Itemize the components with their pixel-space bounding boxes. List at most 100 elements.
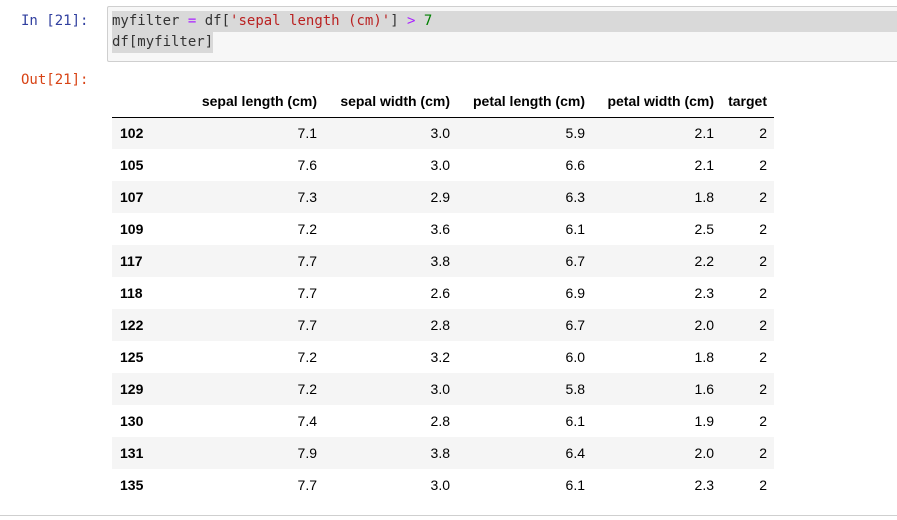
table-row: 129 7.2 3.0 5.8 1.6 2 [112,373,774,405]
table-cell: 6.1 [565,221,585,237]
dataframe-output: sepal length (cm) sepal width (cm) petal… [112,85,774,501]
code-token-assign: = [179,13,205,29]
table-cell: 3.0 [430,125,450,142]
table-cell: 7.3 [297,189,317,205]
table-cell: 7.7 [297,253,317,269]
row-index: 118 [120,285,143,301]
table-cell: 2.9 [430,189,450,205]
row-index: 109 [120,221,144,237]
table-row: 122 7.7 2.8 6.7 2.0 2 [112,309,774,341]
row-index: 102 [120,125,144,142]
table-cell: 2 [759,445,767,461]
table-row: 102 7.1 3.0 5.9 2.1 2 [112,117,774,149]
table-cell: 6.4 [565,445,585,461]
table-cell: 2 [759,157,767,173]
row-index: 135 [120,477,144,493]
table-cell: 2.3 [694,477,714,493]
table-cell: 2.6 [430,285,450,301]
table-cell: 3.8 [430,253,450,269]
table-cell: 7.9 [297,445,317,461]
table-cell: 2.0 [694,317,714,333]
output-prompt: Out[21]: [21,72,89,88]
table-cell: 3.8 [430,445,450,461]
code-token-number: 7 [423,13,433,29]
table-cell: 2.1 [694,157,714,173]
table-cell: 1.9 [694,413,714,429]
table-cell: 7.7 [297,285,317,301]
table-header-row: sepal length (cm) sepal width (cm) petal… [112,85,774,118]
table-cell: 7.7 [297,317,317,333]
table-cell: 3.0 [430,157,450,173]
table-cell: 2 [759,381,767,397]
table-cell: 6.7 [565,317,585,333]
table-cell: 7.6 [297,157,317,173]
table-cell: 2 [759,285,767,301]
table-cell: 6.6 [565,157,585,173]
table-cell: 2.2 [694,253,714,269]
cell-divider [0,515,897,516]
code-line-1[interactable]: myfilter = df['sepal length (cm)'] > 7 [112,11,897,32]
row-index: 117 [120,253,143,269]
table-cell: 7.1 [297,125,317,142]
table-row: 135 7.7 3.0 6.1 2.3 2 [112,469,774,501]
table-cell: 2 [759,413,767,429]
code-line-2[interactable]: df[myfilter] [112,32,214,53]
table-cell: 6.7 [565,253,585,269]
code-editor[interactable]: myfilter = df['sepal length (cm)'] > 7 d… [107,6,897,62]
table-cell: 2 [759,125,767,142]
table-cell: 2.3 [694,285,714,301]
table-cell: 1.8 [694,349,714,365]
row-index: 125 [120,349,144,365]
table-cell: 2 [759,317,767,333]
table-row: 105 7.6 3.0 6.6 2.1 2 [112,149,774,181]
table-row: 117 7.7 3.8 6.7 2.2 2 [112,245,774,277]
table-cell: 2.5 [694,221,714,237]
table-cell: 1.6 [694,381,714,397]
table-cell: 7.7 [297,477,317,493]
table-cell: 3.0 [430,381,450,397]
table-cell: 7.2 [297,221,317,237]
table-cell: 7.2 [297,349,317,365]
table-row: 130 7.4 2.8 6.1 1.9 2 [112,405,774,437]
table-cell: 2 [759,189,767,205]
table-row: 131 7.9 3.8 6.4 2.0 2 [112,437,774,469]
table-cell: 3.6 [430,221,450,237]
table-cell: 6.0 [565,349,585,365]
table-cell: 2.8 [430,413,450,429]
table-cell: 7.2 [297,381,317,397]
table-cell: 2 [759,477,767,493]
table-cell: 6.9 [565,285,585,301]
code-token-dataframe: df[ [204,13,231,29]
table-cell: 2 [759,253,767,269]
table-row: 125 7.2 3.2 6.0 1.8 2 [112,341,774,373]
code-token-variable: myfilter [112,13,180,29]
column-header: petal width (cm) [585,85,714,118]
column-header: petal length (cm) [450,85,585,118]
table-cell: 1.8 [694,189,714,205]
table-cell: 6.1 [565,413,585,429]
column-header: sepal length (cm) [146,85,317,118]
row-index: 122 [120,317,144,333]
column-header: target [714,85,774,118]
table-cell: 5.9 [565,125,585,142]
row-index: 107 [120,189,144,205]
table-row: 107 7.3 2.9 6.3 1.8 2 [112,181,774,213]
table-cell: 3.0 [430,477,450,493]
table-row: 118 7.7 2.6 6.9 2.3 2 [112,277,774,309]
row-index: 129 [120,381,144,397]
table-cell: 2.0 [694,445,714,461]
code-token-bracket: ] [390,13,408,29]
index-header [112,85,146,118]
input-prompt: In [21]: [21,13,89,29]
row-index: 131 [120,445,144,461]
table-cell: 6.1 [565,477,585,493]
table-cell: 2 [759,349,767,365]
table-cell: 2 [759,221,767,237]
table-cell: 6.3 [565,189,585,205]
row-index: 105 [120,157,144,173]
table-cell: 3.2 [430,349,450,365]
table-cell: 2.8 [430,317,450,333]
row-index: 130 [120,413,144,429]
table-row: 109 7.2 3.6 6.1 2.5 2 [112,213,774,245]
